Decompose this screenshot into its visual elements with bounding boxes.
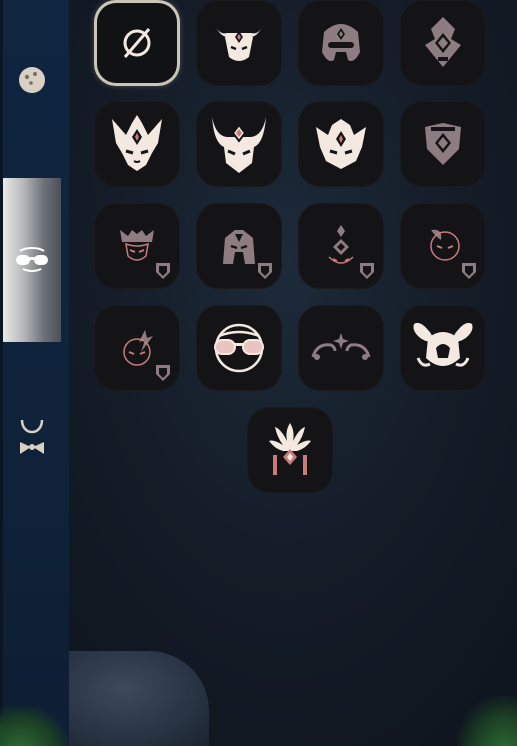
mask-item-winged-spirit[interactable] [400,305,486,391]
grass-decoration [0,706,69,746]
locked-shield-icon [258,263,272,279]
spiky-crown-mask-icon [316,119,366,169]
diamond-face-icon [328,225,354,264]
bull-horn-mask-icon [215,25,263,61]
mask-item-spiky-crown[interactable] [298,101,384,187]
mask-item-none[interactable] [94,0,180,86]
none-icon [123,28,151,58]
sunglasses-icon [16,247,48,272]
tab-hair[interactable] [3,20,61,140]
mask-item-curl-face[interactable] [400,203,486,289]
locked-shield-icon [462,263,476,279]
feather-headdress-icon [269,423,311,475]
tab-mask[interactable] [3,178,61,342]
winged-spirit-icon [413,322,473,367]
shield-emblem-icon [425,123,461,165]
grass-decoration-right [457,696,517,746]
locked-shield-icon [360,263,374,279]
mask-item-star-brow[interactable] [298,305,384,391]
bowtie-necklace-icon [20,419,44,454]
crown-face-icon [120,230,154,261]
diamond-totem-icon [425,17,461,67]
mask-item-flame-face[interactable] [94,305,180,391]
helmet-face-icon [223,230,255,264]
locked-shield-icon [156,263,170,279]
mask-item-round-sunglasses[interactable] [196,305,282,391]
mask-item-shield-emblem[interactable] [400,101,486,187]
horned-crown-mask-icon [112,115,162,171]
mask-item-helmet-face[interactable] [196,203,282,289]
locked-shield-icon [156,365,170,381]
mask-item-curved-horn[interactable] [196,101,282,187]
curl-face-icon [430,229,460,261]
mask-item-diamond-face[interactable] [298,203,384,289]
mask-item-bull-horn[interactable] [196,0,282,86]
mask-item-guardian[interactable] [298,0,384,86]
guardian-mask-icon [322,24,360,61]
tab-neck[interactable] [3,378,61,498]
round-sunglasses-icon [214,323,264,373]
curved-horn-mask-icon [212,117,266,173]
mask-item-diamond-totem[interactable] [400,0,486,86]
mask-item-feather-headdress[interactable] [247,407,333,493]
mask-item-horned-crown[interactable] [94,101,180,187]
star-brow-icon [311,333,371,360]
rock-decoration [69,651,209,746]
face-round-icon [19,67,45,93]
mask-item-crown-face[interactable] [94,203,180,289]
flame-face-icon [123,330,153,366]
